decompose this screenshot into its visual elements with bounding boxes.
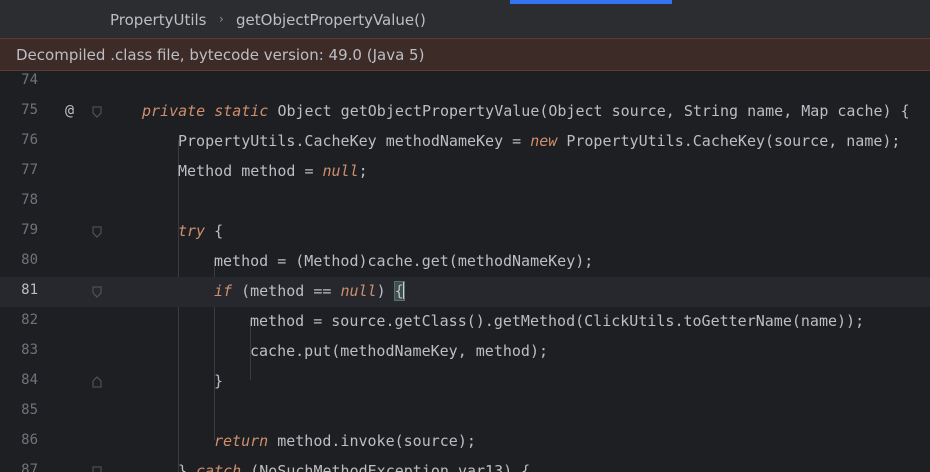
line-number: 80 xyxy=(21,252,38,268)
line-number: 86 xyxy=(21,432,38,448)
code-line[interactable]: 79 try { xyxy=(0,217,930,247)
code-text: cache.put(methodNameKey, method); xyxy=(250,342,549,360)
code-line[interactable]: 86 return method.invoke(source); xyxy=(0,427,930,457)
code-text: private static Object getObjectPropertyV… xyxy=(142,102,910,120)
line-number: 79 xyxy=(21,222,38,238)
code-text: method = (Method)cache.get(methodNameKey… xyxy=(214,252,594,270)
fold-arrow-icon[interactable] xyxy=(92,226,102,238)
decompiled-notice-banner: Decompiled .class file, bytecode version… xyxy=(0,38,930,71)
code-text: return method.invoke(source); xyxy=(214,432,476,450)
breadcrumb: PropertyUtils › getObjectPropertyValue() xyxy=(0,0,930,38)
breadcrumb-class[interactable]: PropertyUtils xyxy=(110,11,206,29)
code-line[interactable]: 76 PropertyUtils.CacheKey methodNameKey … xyxy=(0,127,930,157)
code-line[interactable]: 80 method = (Method)cache.get(methodName… xyxy=(0,247,930,277)
code-text: try { xyxy=(178,222,224,240)
line-number: 77 xyxy=(21,162,38,178)
code-text: PropertyUtils.CacheKey methodNameKey = n… xyxy=(178,132,901,150)
code-text: Method method = null; xyxy=(178,162,368,180)
fold-arrow-icon[interactable] xyxy=(92,466,102,472)
line-number: 87 xyxy=(21,462,38,472)
code-text: if (method == null) { xyxy=(214,281,405,301)
override-marker-icon[interactable]: @ xyxy=(65,101,74,119)
fold-arrow-icon[interactable] xyxy=(92,106,102,118)
active-tab-indicator xyxy=(510,0,672,4)
code-editor[interactable]: 74 75 @ private static Object getObjectP… xyxy=(0,71,930,472)
code-line[interactable]: 77 Method method = null; xyxy=(0,157,930,187)
code-line-current[interactable]: 81 if (method == null) { xyxy=(0,277,930,307)
code-line[interactable]: 85 xyxy=(0,397,930,427)
fold-arrow-icon[interactable] xyxy=(92,286,102,298)
code-text: method = source.getClass().getMethod(Cli… xyxy=(250,312,865,330)
line-number: 74 xyxy=(21,72,38,88)
line-number: 76 xyxy=(21,132,38,148)
line-number: 85 xyxy=(21,402,38,418)
line-number: 83 xyxy=(21,342,38,358)
code-line[interactable]: 83 cache.put(methodNameKey, method); xyxy=(0,337,930,367)
code-line[interactable]: 75 @ private static Object getObjectProp… xyxy=(0,97,930,127)
line-number: 81 xyxy=(21,282,38,298)
text-caret xyxy=(402,282,404,299)
code-text: } xyxy=(214,372,224,390)
code-line[interactable]: 87 } catch (NoSuchMethodException var13)… xyxy=(0,457,930,472)
code-line[interactable]: 78 xyxy=(0,187,930,217)
line-number: 82 xyxy=(21,312,38,328)
code-line[interactable]: 82 method = source.getClass().getMethod(… xyxy=(0,307,930,337)
breadcrumb-method[interactable]: getObjectPropertyValue() xyxy=(236,11,426,29)
code-line[interactable]: 84 } xyxy=(0,367,930,397)
code-line[interactable]: 74 xyxy=(0,71,930,97)
line-number: 75 xyxy=(21,102,38,118)
fold-end-icon[interactable] xyxy=(92,376,102,388)
banner-text: Decompiled .class file, bytecode version… xyxy=(16,46,425,64)
line-number: 84 xyxy=(21,372,38,388)
breadcrumb-separator-icon: › xyxy=(219,12,224,26)
line-number: 78 xyxy=(21,192,38,208)
code-text: } catch (NoSuchMethodException var13) { xyxy=(178,462,531,472)
